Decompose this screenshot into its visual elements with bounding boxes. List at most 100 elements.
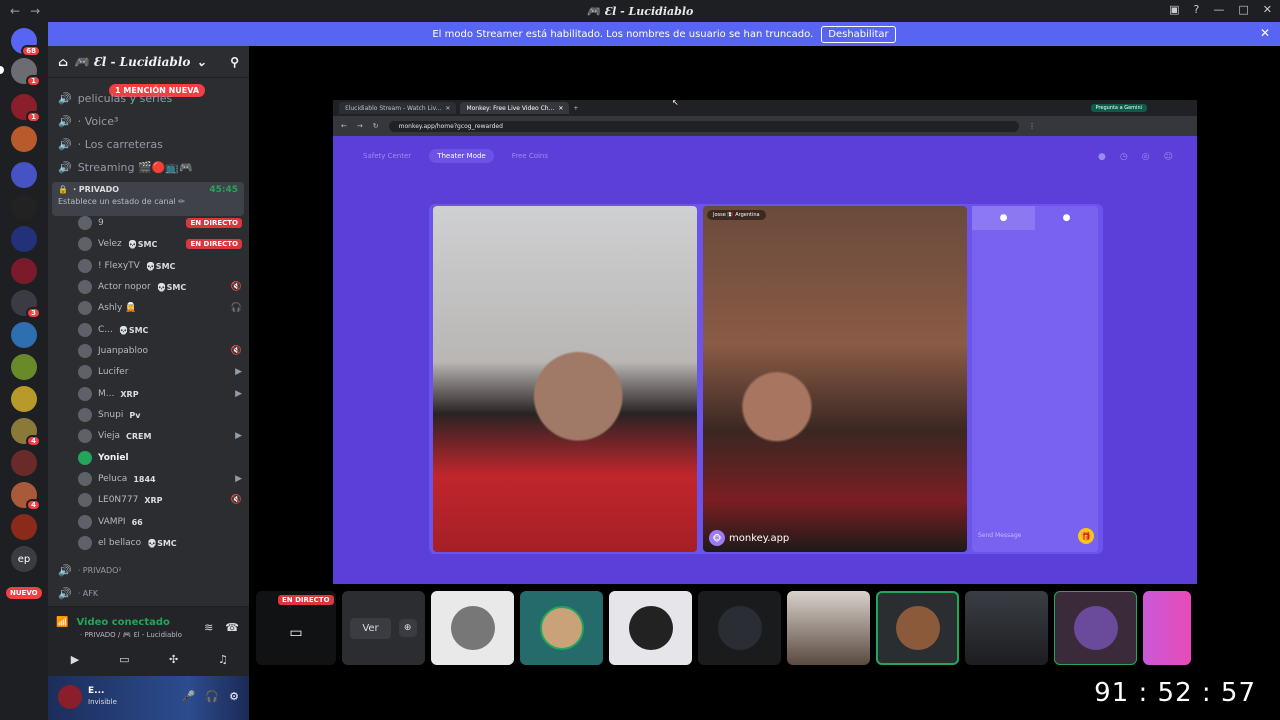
gemini-button[interactable]: Pregunta a Gemini xyxy=(1090,104,1147,112)
channel-afk[interactable]: 🔊 ⋅ AFK xyxy=(58,587,98,600)
chat-tab-self[interactable]: ● xyxy=(972,206,1035,230)
server-icon[interactable] xyxy=(11,514,37,540)
close-window-icon[interactable]: ✕ xyxy=(1263,3,1272,16)
participant-tile[interactable] xyxy=(609,591,692,665)
activities-button[interactable]: ✣ xyxy=(155,649,193,669)
disable-button[interactable]: Deshabilitar xyxy=(821,25,896,43)
new-tab-icon[interactable]: + xyxy=(573,105,578,112)
microphone-icon[interactable]: 🎤 xyxy=(182,690,196,703)
soundboard-button[interactable]: ♫ xyxy=(204,649,242,669)
participant-tile[interactable] xyxy=(698,591,781,665)
server-icon-ep[interactable]: ep xyxy=(11,546,37,572)
send-message-input[interactable]: Send Message xyxy=(976,522,1094,548)
avatar-speaking xyxy=(78,451,92,465)
channel-streaming[interactable]: 🔊 Streaming 🎬🔴📺🎮 xyxy=(58,161,193,174)
channel-label: peliculas y series xyxy=(77,92,173,105)
disconnect-icon[interactable]: ☎ xyxy=(225,621,239,634)
voice-member[interactable]: ! FlexyTV 💀SMC xyxy=(78,258,242,274)
inbox-icon[interactable]: ▣ xyxy=(1169,3,1179,16)
history-icon[interactable]: ◷ xyxy=(1120,152,1128,162)
free-coins-link[interactable]: Free Coins xyxy=(512,152,548,163)
voice-member[interactable]: Ashly 🧝 🎧 xyxy=(78,300,242,316)
chat-icon[interactable]: ◎ xyxy=(1142,152,1150,162)
url-field[interactable]: monkey.app/home?gcog_rewarded xyxy=(388,120,1019,132)
add-member-icon[interactable]: ⚲ xyxy=(230,55,239,69)
server-icon[interactable] xyxy=(11,226,37,252)
voice-member[interactable]: Velez 💀SMC EN DIRECTO xyxy=(78,236,242,252)
browser-menu-icon[interactable]: ⋮ xyxy=(1029,122,1036,130)
participant-tile[interactable] xyxy=(1054,591,1137,665)
friends-icon[interactable]: ☺ xyxy=(1164,152,1173,162)
voice-member[interactable]: M... XRP ▶ xyxy=(78,386,242,402)
forward-icon[interactable]: → xyxy=(357,122,363,130)
server-icon[interactable]: 1 xyxy=(11,94,41,123)
server-header[interactable]: ⌂ 🎮 Ɛl - Lucidiablo ⌄ ⚲ xyxy=(48,46,249,78)
server-icon[interactable] xyxy=(11,450,37,476)
voice-member[interactable]: Vieja CREM ▶ xyxy=(78,428,242,444)
server-icon[interactable] xyxy=(11,322,37,348)
back-icon[interactable]: ← xyxy=(341,122,347,130)
safety-center-link[interactable]: Safety Center xyxy=(363,152,411,163)
server-icon[interactable] xyxy=(11,386,37,412)
server-icon[interactable] xyxy=(11,258,37,284)
zoom-icon[interactable]: ⊕ xyxy=(398,619,417,637)
direct-messages-button[interactable]: 68 xyxy=(11,28,41,57)
live-stream-tile[interactable]: EN DIRECTO ▭ xyxy=(256,591,336,665)
voice-member[interactable]: Actor nopor 💀SMC 🔇 xyxy=(78,279,242,295)
voice-member[interactable]: Yoniel xyxy=(78,450,242,466)
browser-tab[interactable]: Ɛlucidiablo Stream - Watch Liv... ✕ xyxy=(339,102,457,114)
server-icon[interactable] xyxy=(11,126,37,152)
voice-member[interactable]: 9 EN DIRECTO xyxy=(78,215,242,231)
camera-button[interactable]: ▶ xyxy=(56,649,94,669)
headphones-icon[interactable]: 🎧 xyxy=(205,690,219,703)
channel-voice3[interactable]: 🔊 ⋅ Voice³ xyxy=(58,115,118,128)
server-icon[interactable]: 3 xyxy=(11,290,41,319)
server-icon[interactable] xyxy=(11,194,37,220)
channel-privado2[interactable]: 🔊 ⋅ PRIVADO² xyxy=(58,564,122,577)
voice-member[interactable]: Peluca 1844 ▶ xyxy=(78,471,242,487)
voice-member[interactable]: el bellaco 💀SMC xyxy=(78,535,242,551)
voice-member[interactable]: Lucifer ▶ xyxy=(78,364,242,380)
close-banner-icon[interactable]: ✕ xyxy=(1260,26,1270,40)
avatar xyxy=(78,344,92,358)
profile-icon[interactable]: ● xyxy=(1098,152,1106,162)
screen-share-browser[interactable]: Ɛlucidiablo Stream - Watch Liv... ✕ Monke… xyxy=(333,100,1197,584)
participant-tile[interactable] xyxy=(520,591,603,665)
server-icon[interactable]: 4 xyxy=(11,418,41,447)
channel-privado-active[interactable]: 🔒 ⋅ PRIVADO 45:45 Establece un estado de c… xyxy=(52,182,244,216)
channel-status[interactable]: Establece un estado de canal ✏ xyxy=(58,197,238,206)
server-icon[interactable]: 1 xyxy=(11,58,41,87)
user-avatar[interactable] xyxy=(58,685,82,709)
voice-member[interactable]: Juanpabloo 🔇 xyxy=(78,343,242,359)
view-button[interactable]: Ver xyxy=(350,617,391,639)
reload-icon[interactable]: ↻ xyxy=(373,122,379,130)
folder-icon[interactable] xyxy=(11,162,37,188)
participant-video-tile[interactable] xyxy=(965,591,1048,665)
participant-video-tile[interactable] xyxy=(1143,591,1191,665)
browser-tab-active[interactable]: Monkey: Free Live Video Ch... ✕ xyxy=(460,102,570,114)
theater-mode-button[interactable]: Theater Mode xyxy=(429,149,494,163)
voice-channel-path[interactable]: ⋅ PRIVADO / 🎮 Ɛl - Lucidiablo xyxy=(80,631,182,639)
voice-member[interactable]: C... 💀SMC xyxy=(78,322,242,338)
voice-member[interactable]: VAMPI 66 xyxy=(78,514,242,530)
maximize-icon[interactable]: □ xyxy=(1238,3,1248,16)
minimize-icon[interactable]: — xyxy=(1213,3,1224,16)
settings-gear-icon[interactable]: ⚙ xyxy=(229,690,239,703)
participant-video-tile[interactable] xyxy=(787,591,870,665)
channel-carreteras[interactable]: 🔊 ⋅ Los carreteras xyxy=(58,138,163,151)
voice-member[interactable]: Snupi Pv xyxy=(78,407,242,423)
gift-icon[interactable]: 🎁 xyxy=(1078,528,1094,544)
noise-suppression-icon[interactable]: ≋ xyxy=(204,621,213,634)
help-icon[interactable]: ? xyxy=(1194,3,1200,16)
participant-tile[interactable] xyxy=(431,591,514,665)
chat-column: ● ● Send Message 🎁 xyxy=(972,206,1098,552)
member-tag: 1844 xyxy=(133,474,156,484)
channel-peliculas[interactable]: 🔊 peliculas y series xyxy=(58,92,172,105)
screen-share-button[interactable]: ▭ xyxy=(105,649,143,669)
chat-tab-partner[interactable]: ● xyxy=(1035,206,1098,230)
member-tag: 💀SMC xyxy=(118,325,149,335)
server-icon[interactable] xyxy=(11,354,37,380)
server-icon[interactable]: 4 xyxy=(11,482,41,511)
voice-member[interactable]: LE0N777 XRP 🔇 xyxy=(78,492,242,508)
participant-tile-speaking[interactable] xyxy=(876,591,959,665)
